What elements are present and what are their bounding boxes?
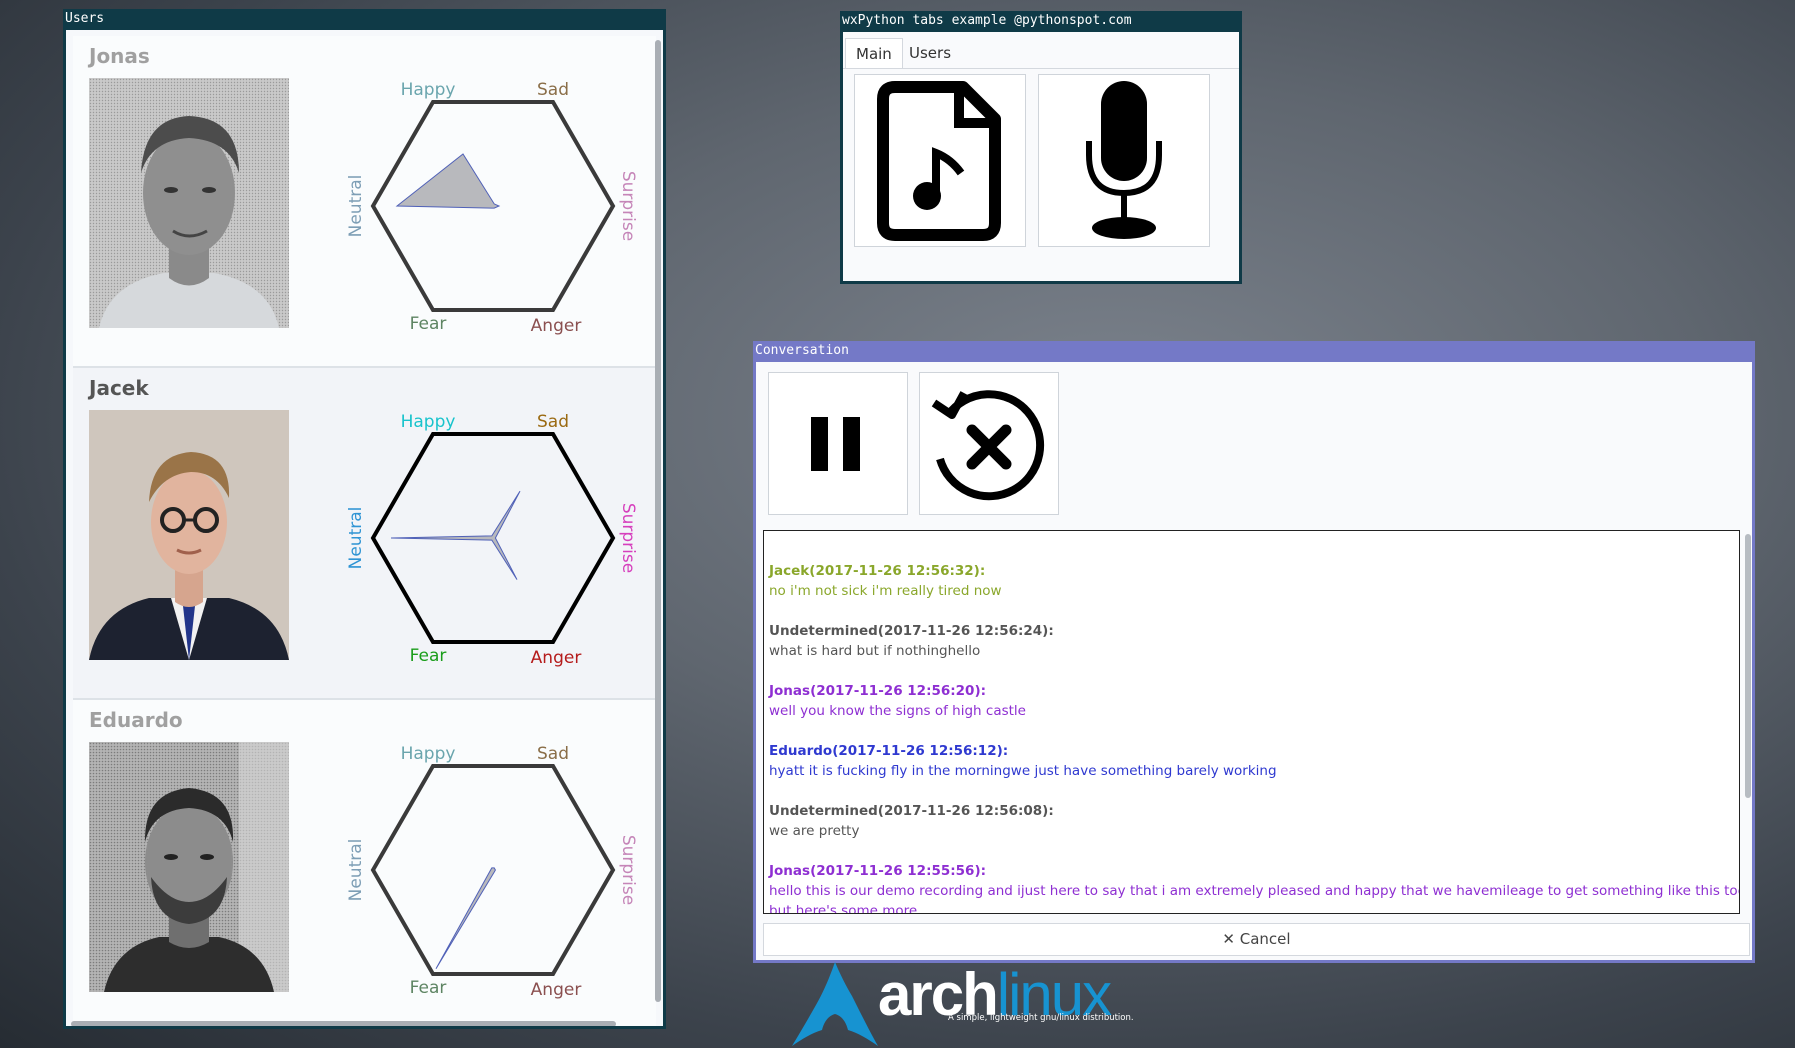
user-card-jacek[interactable]: Jacek Happy Sad Fear Anger Neutral Surpr… bbox=[73, 368, 656, 700]
user-name: Eduardo bbox=[89, 708, 183, 732]
message-text: hello this is our demo recording and iju… bbox=[769, 883, 1740, 899]
label-happy: Happy bbox=[401, 80, 456, 100]
conversation-window-client: Jacek(2017-11-26 12:56:32): no i'm not s… bbox=[756, 362, 1752, 960]
message-text: what is hard but if nothinghello bbox=[769, 643, 981, 659]
user-card-eduardo[interactable]: Eduardo Happy Sad Fear Anger Neutral Sur… bbox=[73, 700, 656, 1026]
audio-file-icon bbox=[877, 81, 1001, 241]
message-timestamp: (2017-11-26 12:56:20): bbox=[810, 683, 987, 699]
tab-users[interactable]: Users bbox=[899, 38, 961, 68]
message-speaker: Jacek bbox=[769, 563, 810, 579]
users-window-client: Jonas Happy Sad Fear Anger Neutral Surpr… bbox=[66, 30, 663, 1026]
message-speaker: Jonas bbox=[769, 863, 811, 879]
message-timestamp: (2017-11-26 12:56:32): bbox=[809, 563, 986, 579]
conversation-window: Conversation Jacek(2017-11-26 12:56:32):… bbox=[753, 341, 1755, 963]
label-anger: Anger bbox=[531, 648, 582, 668]
microphone-icon bbox=[1086, 81, 1162, 239]
label-fear: Fear bbox=[410, 646, 447, 666]
message-text-continued: but here's some more bbox=[769, 903, 918, 914]
cancel-restart-icon bbox=[931, 390, 1045, 501]
message-timestamp: (2017-11-26 12:56:12): bbox=[832, 743, 1009, 759]
user-name: Jacek bbox=[89, 376, 149, 400]
message-timestamp: (2017-11-26 12:56:24): bbox=[877, 623, 1054, 639]
tab-main[interactable]: Main bbox=[845, 38, 903, 68]
user-photo-eduardo bbox=[89, 742, 289, 992]
user-card-jonas[interactable]: Jonas Happy Sad Fear Anger Neutral Surpr… bbox=[73, 36, 656, 368]
label-surprise: Surprise bbox=[618, 503, 638, 573]
message-text: no i'm not sick i'm really tired now bbox=[769, 583, 1002, 599]
label-neutral: Neutral bbox=[346, 175, 366, 238]
message-speaker: Undetermined bbox=[769, 623, 878, 639]
message-speaker: Jonas bbox=[769, 683, 811, 699]
label-anger: Anger bbox=[531, 980, 582, 1000]
pause-button[interactable] bbox=[768, 372, 908, 515]
cancel-button[interactable]: ✕ Cancel bbox=[763, 923, 1750, 956]
cancel-restart-button[interactable] bbox=[919, 372, 1059, 515]
users-window-title[interactable]: Users bbox=[63, 9, 666, 29]
message-text: well you know the signs of high castle bbox=[769, 703, 1026, 719]
label-anger: Anger bbox=[531, 316, 582, 336]
arch-linux-logo: archlinux A simple, lightweight gnu/linu… bbox=[790, 960, 1134, 1048]
label-sad: Sad bbox=[537, 744, 569, 764]
label-surprise: Surprise bbox=[618, 171, 638, 241]
label-sad: Sad bbox=[537, 412, 569, 432]
message-timestamp: (2017-11-26 12:55:56): bbox=[810, 863, 987, 879]
message-speaker: Undetermined bbox=[769, 803, 878, 819]
message: Undetermined(2017-11-26 12:56:08): we ar… bbox=[764, 801, 1739, 841]
conversation-log[interactable]: Jacek(2017-11-26 12:56:32): no i'm not s… bbox=[763, 530, 1740, 914]
user-photo-jacek bbox=[89, 410, 289, 660]
message: Eduardo(2017-11-26 12:56:12): hyatt it i… bbox=[764, 741, 1739, 781]
label-happy: Happy bbox=[401, 744, 456, 764]
user-name: Jonas bbox=[89, 44, 150, 68]
tabs-window: wxPython tabs example @pythonspot.com Ma… bbox=[840, 11, 1242, 284]
record-button[interactable] bbox=[1038, 74, 1210, 247]
emotion-shape bbox=[435, 867, 496, 969]
message-text: we are pretty bbox=[769, 823, 860, 839]
vertical-scrollbar[interactable] bbox=[655, 40, 661, 1002]
emotion-shape bbox=[395, 153, 501, 209]
label-happy: Happy bbox=[401, 412, 456, 432]
open-audio-button[interactable] bbox=[854, 74, 1026, 247]
emotion-radar-jacek: Happy Sad Fear Anger Neutral Surprise bbox=[346, 412, 638, 668]
label-fear: Fear bbox=[410, 978, 447, 998]
user-photo-jonas bbox=[89, 78, 289, 328]
horizontal-scrollbar[interactable] bbox=[71, 1021, 616, 1026]
users-window: Users Jonas Happy Sad Fear Anger Neutral… bbox=[63, 9, 666, 1029]
message: Undetermined(2017-11-26 12:56:24): what … bbox=[764, 621, 1739, 661]
arch-tagline: A simple, lightweight gnu/linux distribu… bbox=[948, 1013, 1134, 1023]
message: Jonas(2017-11-26 12:55:56): hello this i… bbox=[764, 861, 1740, 914]
label-sad: Sad bbox=[537, 80, 569, 100]
message-timestamp: (2017-11-26 12:56:08): bbox=[877, 803, 1054, 819]
label-fear: Fear bbox=[410, 314, 447, 334]
emotion-radar-jonas: Happy Sad Fear Anger Neutral Surprise bbox=[346, 80, 638, 336]
tabs-window-client: Main Users bbox=[843, 32, 1239, 281]
arch-icon bbox=[792, 962, 878, 1046]
label-neutral: Neutral bbox=[346, 839, 366, 902]
tabs-window-title[interactable]: wxPython tabs example @pythonspot.com bbox=[840, 11, 1242, 31]
pause-icon bbox=[811, 417, 860, 471]
message-speaker: Eduardo bbox=[769, 743, 833, 759]
tab-strip: Main Users bbox=[843, 34, 1239, 69]
message: Jacek(2017-11-26 12:56:32): no i'm not s… bbox=[764, 561, 1739, 601]
conversation-scrollbar[interactable] bbox=[1745, 534, 1751, 798]
emotion-radar-eduardo: Happy Sad Fear Anger Neutral Surprise bbox=[346, 744, 638, 1000]
label-neutral: Neutral bbox=[346, 507, 366, 570]
conversation-window-title[interactable]: Conversation bbox=[753, 341, 1755, 361]
message: Jonas(2017-11-26 12:56:20): well you kno… bbox=[764, 681, 1739, 721]
message-text: hyatt it is fucking fly in the morningwe… bbox=[769, 763, 1277, 779]
emotion-shape bbox=[390, 490, 521, 580]
label-surprise: Surprise bbox=[618, 835, 638, 905]
